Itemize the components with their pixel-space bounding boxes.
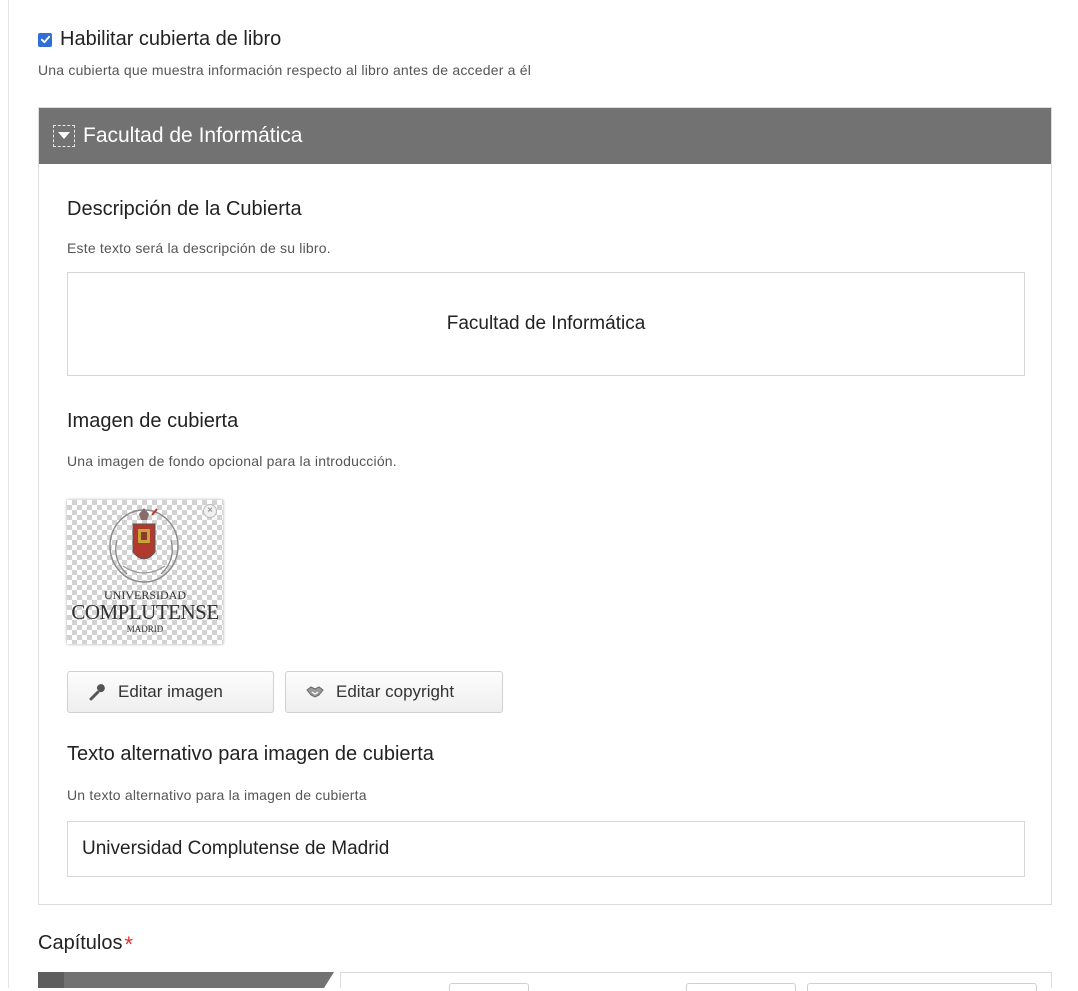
edit-image-button[interactable]: Editar imagen [67, 671, 274, 713]
logo-line-3: MADRID [126, 624, 164, 634]
chapters-label-text: Capítulos [38, 932, 123, 954]
enable-cover-checkbox[interactable] [38, 32, 52, 47]
chapter-tab-arrow [324, 972, 334, 988]
checkmark-icon [40, 35, 50, 44]
cover-group: Facultad de Informática Descripción de l… [38, 107, 1052, 905]
cover-description-label: Descripción de la Cubierta [67, 198, 302, 220]
chapter-drag-handle[interactable] [38, 972, 64, 988]
required-mark: * [124, 932, 134, 957]
cover-image-thumbnail[interactable]: UNIVERSIDAD COMPLUTENSE MADRID × [67, 500, 223, 644]
edit-image-label: Editar imagen [118, 682, 223, 701]
wrench-icon [88, 683, 106, 701]
logo-line-2: COMPLUTENSE [71, 600, 219, 624]
caret-down-icon[interactable] [53, 125, 75, 147]
group-header[interactable]: Facultad de Informática [39, 108, 1051, 164]
enable-cover-description: Una cubierta que muestra información res… [38, 62, 532, 78]
alt-text-help: Un texto alternativo para la imagen de c… [67, 787, 367, 803]
edit-copyright-label: Editar copyright [336, 682, 455, 701]
close-icon[interactable]: × [203, 504, 217, 518]
chapter-control[interactable] [449, 983, 529, 991]
chapter-control[interactable] [807, 983, 1037, 991]
chapter-panel [340, 972, 1052, 991]
handshake-icon [306, 683, 324, 701]
enable-cover-row[interactable]: Habilitar cubierta de libro [38, 28, 281, 51]
cover-image-label: Imagen de cubierta [67, 410, 239, 432]
cover-description-editor[interactable]: Facultad de Informática [67, 272, 1025, 376]
cover-description-text[interactable]: Facultad de Informática [447, 313, 646, 335]
chapters-list [38, 972, 1052, 991]
group-title: Facultad de Informática [83, 124, 303, 147]
cover-image-help: Una imagen de fondo opcional para la int… [67, 453, 397, 469]
alt-text-input[interactable] [67, 821, 1025, 877]
chapters-label: Capítulos* [38, 932, 133, 958]
chapter-control[interactable] [686, 983, 796, 991]
page-left-rule [8, 0, 9, 988]
university-crest-icon [109, 508, 179, 583]
cover-description-help: Este texto será la descripción de su lib… [67, 240, 331, 256]
edit-copyright-button[interactable]: Editar copyright [285, 671, 503, 713]
chapter-tab[interactable] [64, 972, 324, 988]
alt-text-label: Texto alternativo para imagen de cubiert… [67, 743, 434, 765]
enable-cover-label[interactable]: Habilitar cubierta de libro [60, 28, 281, 51]
